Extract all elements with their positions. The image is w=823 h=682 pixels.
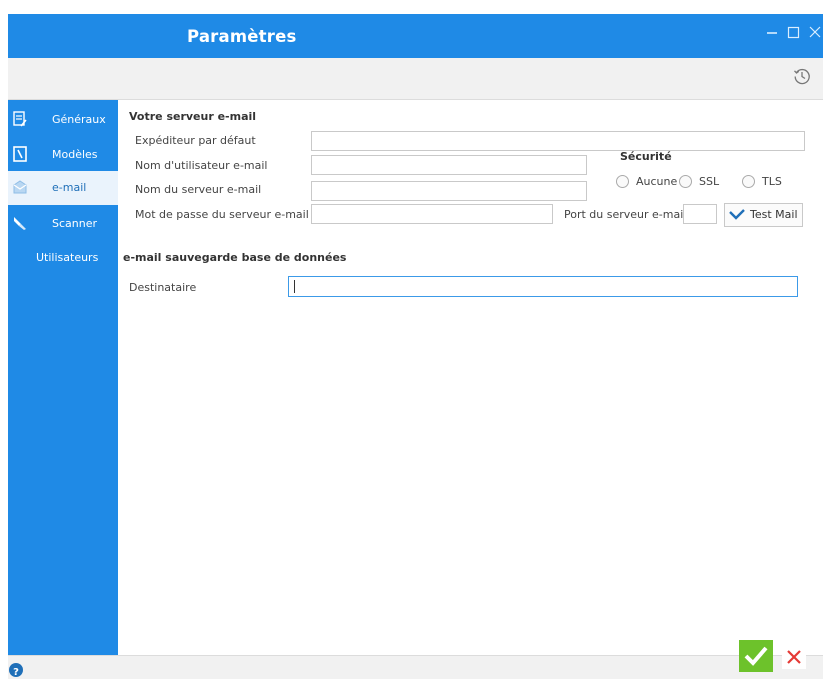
radio-ssl[interactable] <box>679 175 692 188</box>
radio-label-ssl: SSL <box>699 175 720 188</box>
radio-aucune[interactable] <box>616 175 629 188</box>
close-icon <box>809 26 821 38</box>
sidebar-item-label: e-mail <box>52 181 87 194</box>
window-title: Paramètres <box>187 27 297 46</box>
cancel-button[interactable] <box>782 645 806 669</box>
sidebar-item-label: Généraux <box>52 113 106 126</box>
radio-label-aucune: Aucune <box>636 175 678 188</box>
backup-section-title: e-mail sauvegarde base de données <box>123 251 347 264</box>
username-input[interactable] <box>311 155 587 175</box>
server-name-input[interactable] <box>311 181 587 201</box>
text-cursor <box>294 280 295 293</box>
sidebar: Généraux Modèles e-mail Scanner Utilisat… <box>8 100 118 655</box>
server-name-label: Nom du serveur e-mail <box>135 183 262 196</box>
history-icon <box>794 68 810 85</box>
test-mail-button[interactable]: Test Mail <box>724 203 803 227</box>
checkmark-icon <box>729 209 745 220</box>
sidebar-item-email[interactable]: e-mail <box>8 171 118 205</box>
port-label: Port du serveur e-mail <box>564 208 687 221</box>
port-input[interactable] <box>683 204 717 224</box>
confirm-button[interactable] <box>739 640 773 672</box>
envelope-icon <box>13 180 27 194</box>
scanner-icon <box>14 217 26 230</box>
title-bar <box>8 14 823 58</box>
sidebar-item-label: Utilisateurs <box>36 251 99 264</box>
help-icon: ? <box>13 667 19 678</box>
username-label: Nom d'utilisateur e-mail <box>135 159 268 172</box>
sidebar-item-modeles[interactable]: Modèles <box>8 138 118 172</box>
minimize-icon <box>767 32 777 34</box>
maximize-button[interactable] <box>787 25 800 43</box>
recipient-input[interactable] <box>288 276 798 297</box>
security-title: Sécurité <box>620 150 672 163</box>
checkmark-icon <box>744 646 768 666</box>
sidebar-item-scanner[interactable]: Scanner <box>8 207 118 241</box>
maximize-icon <box>787 26 800 39</box>
toolbar <box>8 58 823 100</box>
recipient-label: Destinataire <box>129 281 197 294</box>
help-button[interactable]: ? <box>9 663 23 678</box>
status-bar <box>8 655 823 679</box>
test-mail-label: Test Mail <box>750 208 798 221</box>
close-icon <box>787 650 801 664</box>
radio-label-tls: TLS <box>762 175 782 188</box>
close-window-button[interactable] <box>808 25 821 43</box>
password-label: Mot de passe du serveur e-mail <box>135 208 309 221</box>
radio-tls[interactable] <box>742 175 755 188</box>
sender-input[interactable] <box>311 131 805 151</box>
minimize-button[interactable] <box>766 25 778 43</box>
sidebar-item-generaux[interactable]: Généraux <box>8 103 118 137</box>
template-icon <box>13 146 27 162</box>
sidebar-item-label: Scanner <box>52 217 98 230</box>
svg-text:?: ? <box>13 667 19 678</box>
sidebar-item-utilisateurs[interactable]: Utilisateurs <box>8 241 118 275</box>
sidebar-item-label: Modèles <box>52 148 98 161</box>
password-input[interactable] <box>311 204 553 224</box>
sender-label: Expéditeur par défaut <box>135 134 256 147</box>
document-edit-icon <box>13 111 27 127</box>
history-button[interactable] <box>792 66 812 86</box>
mail-server-section-title: Votre serveur e-mail <box>129 110 257 123</box>
